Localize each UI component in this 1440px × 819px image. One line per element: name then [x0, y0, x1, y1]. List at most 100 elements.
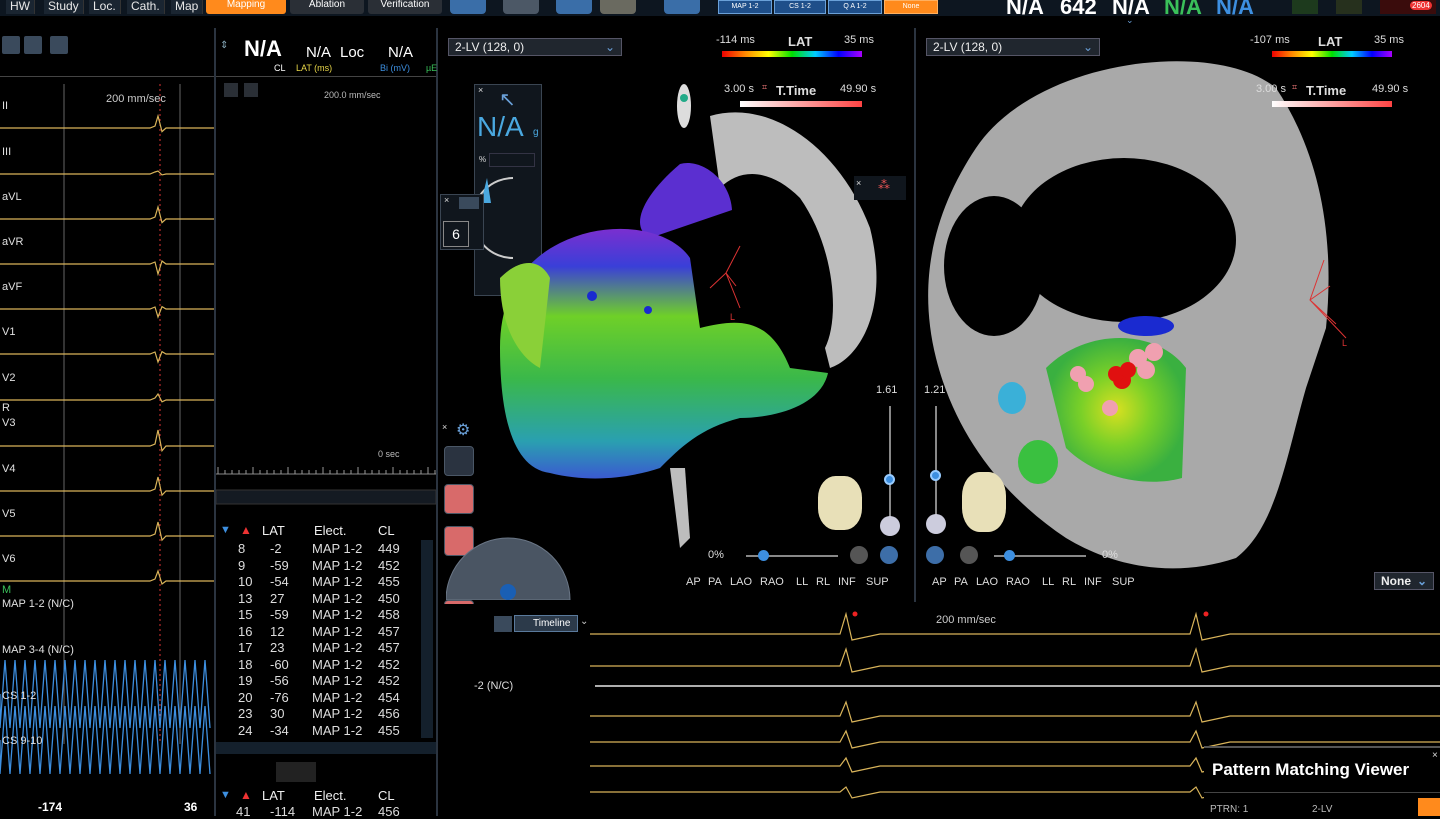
seg-none[interactable]: None	[884, 0, 938, 14]
view-button-lao[interactable]: LAO	[730, 576, 752, 588]
col-cl[interactable]: CL	[378, 788, 395, 803]
view-button-pa[interactable]: PA	[954, 576, 968, 588]
table-row[interactable]: 24 -34 MAP 1-2 455	[216, 723, 420, 740]
seg-qa12[interactable]: Q A 1-2	[828, 0, 882, 14]
table-cell: 457	[378, 640, 400, 655]
sphere-icon[interactable]	[960, 546, 978, 564]
sort-up-icon[interactable]: ▲	[240, 788, 252, 802]
reset-view-icon[interactable]	[880, 546, 898, 564]
heart-tool-button[interactable]	[444, 484, 474, 514]
col-cl[interactable]: CL	[378, 523, 395, 538]
monitor-icon[interactable]	[1292, 0, 1318, 14]
view-button-rao[interactable]: RAO	[760, 576, 784, 588]
pin-icon[interactable]	[224, 83, 238, 97]
tools-icon[interactable]	[2, 36, 20, 54]
chevron-down-icon[interactable]	[926, 514, 946, 534]
opacity-handle[interactable]	[758, 550, 769, 561]
collapse-button[interactable]	[276, 762, 316, 782]
menu-study[interactable]: Study	[44, 0, 84, 14]
sort-icon[interactable]: ⇕	[220, 40, 228, 51]
view-button-ap[interactable]: AP	[686, 576, 701, 588]
view-button-ll[interactable]: LL	[1042, 576, 1054, 588]
col-lat[interactable]: LAT	[262, 523, 285, 538]
sphere-icon[interactable]	[850, 546, 868, 564]
save-icon[interactable]	[50, 36, 68, 54]
table-row[interactable]: 18 -60 MAP 1-2 452	[216, 657, 420, 674]
view-button-rl[interactable]: RL	[816, 576, 830, 588]
map-view-right[interactable]: 2-LV (128, 0) ⌄ L -107 ms LAT 35 ms 3.00…	[914, 28, 1440, 602]
table-row[interactable]: 20 -76 MAP 1-2 454	[216, 690, 420, 707]
close-icon[interactable]: ×	[442, 422, 447, 432]
view-button-inf[interactable]: INF	[1084, 576, 1102, 588]
gear-icon[interactable]: ⚙	[456, 420, 470, 440]
menu-cath[interactable]: Cath.	[127, 0, 165, 14]
tab-verification[interactable]: Verification	[368, 0, 442, 14]
tab-ablation[interactable]: Ablation	[290, 0, 364, 14]
close-icon[interactable]: ×	[1432, 750, 1438, 761]
table-row[interactable]: 8 -2 MAP 1-2 449	[216, 541, 420, 558]
menu-loc[interactable]: Loc.	[89, 0, 121, 14]
lat-title: LAT	[1318, 34, 1343, 49]
heart-orientation-icon[interactable]	[962, 472, 1006, 532]
view-button-pa[interactable]: PA	[708, 576, 722, 588]
heart-orientation-icon[interactable]	[818, 476, 862, 530]
view-button-inf[interactable]: INF	[838, 576, 856, 588]
menu-map[interactable]: Map	[171, 0, 204, 14]
tool-button-1[interactable]	[444, 446, 474, 476]
close-icon[interactable]: ×	[856, 178, 861, 188]
compass-button[interactable]	[503, 0, 539, 14]
view-button-sup[interactable]: SUP	[866, 576, 889, 588]
chevron-down-icon[interactable]	[880, 516, 900, 536]
tab-mapping[interactable]: Mapping	[206, 0, 286, 14]
system-icon[interactable]	[1336, 0, 1362, 14]
filter-icon[interactable]: ▼	[220, 524, 231, 536]
radial-menu[interactable]	[446, 530, 572, 600]
table-row[interactable]: 13 27 MAP 1-2 450	[216, 591, 420, 608]
col-elect[interactable]: Elect.	[314, 523, 347, 538]
sort-up-icon[interactable]: ▲	[240, 523, 252, 537]
table-row[interactable]: 19 -56 MAP 1-2 452	[216, 673, 420, 690]
filter-icon[interactable]: ▼	[220, 789, 231, 801]
play-button[interactable]	[1418, 798, 1440, 816]
table-row[interactable]: 17 23 MAP 1-2 457	[216, 640, 420, 657]
zoom-slider-handle[interactable]	[884, 474, 895, 485]
zoom-slider-handle[interactable]	[930, 470, 941, 481]
print-button[interactable]	[556, 0, 592, 14]
view-button-rao[interactable]: RAO	[1006, 576, 1030, 588]
time-ruler[interactable]	[216, 464, 436, 514]
view-button-ap[interactable]: AP	[932, 576, 947, 588]
chevron-down-icon[interactable]: ⌄	[1126, 15, 1134, 26]
seg-cs12[interactable]: CS 1-2	[774, 0, 826, 14]
view-button-lao[interactable]: LAO	[976, 576, 998, 588]
export-button[interactable]	[664, 0, 700, 14]
table-cell: 452	[378, 673, 400, 688]
table-row[interactable]: 15 -59 MAP 1-2 458	[216, 607, 420, 624]
alert-icon[interactable]: 2604	[1380, 0, 1436, 14]
zoom-slider-track[interactable]	[889, 406, 891, 526]
view-button-sup[interactable]: SUP	[1112, 576, 1135, 588]
opacity-handle[interactable]	[1004, 550, 1015, 561]
col-lat[interactable]: LAT	[262, 788, 285, 803]
view-button-ll[interactable]: LL	[796, 576, 808, 588]
col-elect[interactable]: Elect.	[314, 788, 347, 803]
table-row[interactable]: 10 -54 MAP 1-2 455	[216, 574, 420, 591]
reset-view-icon[interactable]	[926, 546, 944, 564]
table-hscrollbar[interactable]	[216, 742, 436, 754]
axis-widget[interactable]: × ⁂	[854, 176, 906, 200]
table-scrollbar[interactable]	[421, 540, 433, 738]
zoom-slider-track[interactable]	[935, 406, 937, 526]
settings-icon[interactable]	[24, 36, 42, 54]
pattern-matching-window[interactable]: Pattern Matching Viewer × PTRN: 1 2-LV	[1204, 746, 1440, 816]
map-view-left[interactable]: 2-LV (128, 0) ⌄ -114 ms LAT 35 ms 3.00 s…	[440, 28, 910, 602]
table-row[interactable]: 9 -59 MAP 1-2 452	[216, 558, 420, 575]
grid-icon[interactable]	[244, 83, 258, 97]
seg-map12[interactable]: MAP 1-2	[718, 0, 772, 14]
toolbar-button-1[interactable]	[450, 0, 486, 14]
trace-time: 0 sec	[378, 449, 400, 459]
table-row[interactable]: 16 12 MAP 1-2 457	[216, 624, 420, 641]
view-button-rl[interactable]: RL	[1062, 576, 1076, 588]
cursor-button[interactable]	[600, 0, 636, 14]
table-row[interactable]: 23 30 MAP 1-2 456	[216, 706, 420, 723]
none-dropdown[interactable]: None ⌄	[1374, 572, 1434, 590]
menu-hw[interactable]: HW	[6, 0, 35, 14]
